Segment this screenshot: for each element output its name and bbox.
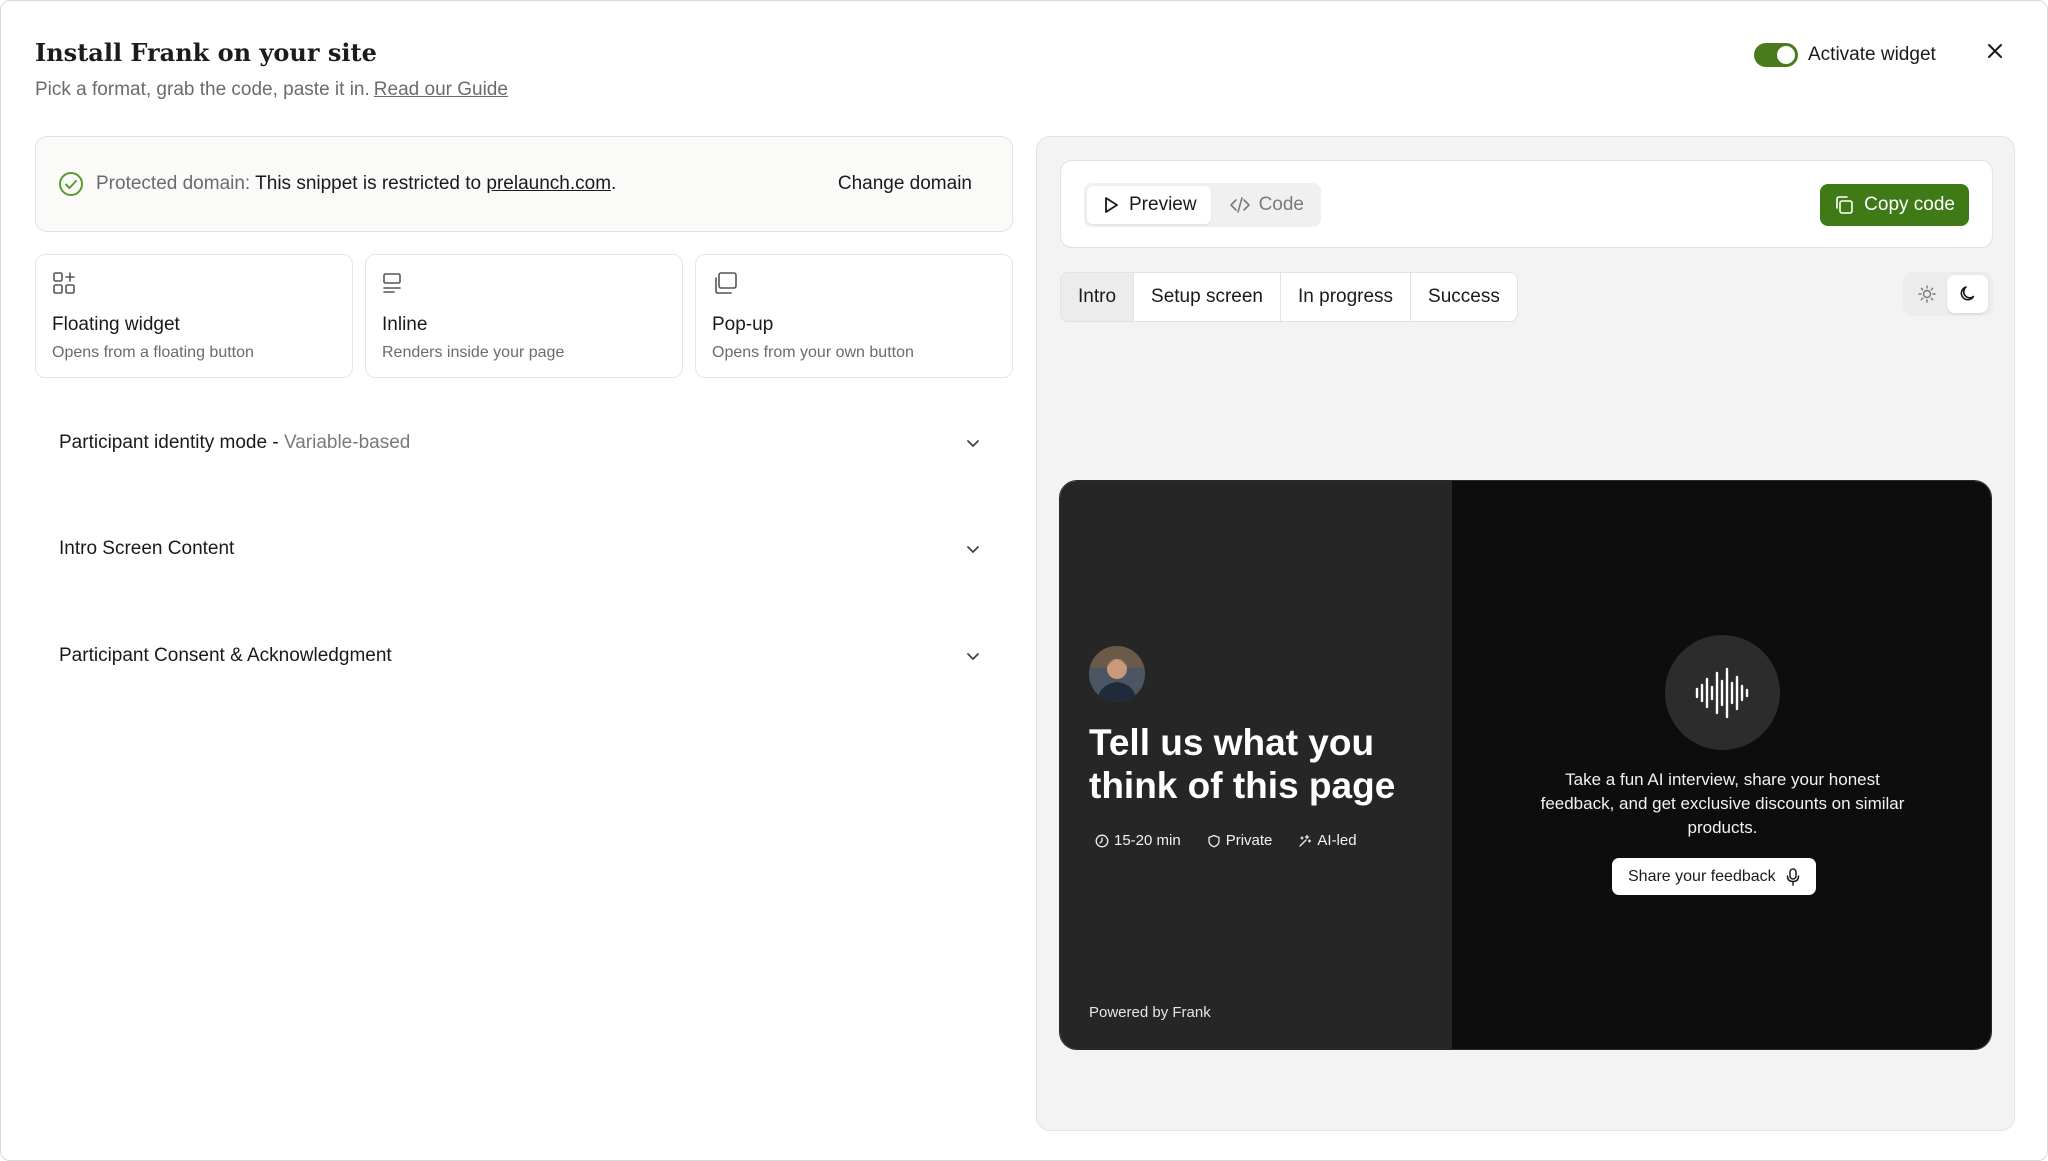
preview-intro-pane: Tell us what you think of this page 15-2… xyxy=(1060,481,1452,1049)
accordion-consent[interactable]: Participant Consent & Acknowledgment xyxy=(35,626,1013,686)
activate-label: Activate widget xyxy=(1808,44,1936,65)
grid-plus-icon xyxy=(53,272,75,294)
widget-preview: Tell us what you think of this page 15-2… xyxy=(1059,480,1992,1050)
protected-domain-banner: Protected domain: This snippet is restri… xyxy=(35,136,1013,232)
chevron-down-icon xyxy=(967,440,979,447)
chevron-down-icon xyxy=(967,546,979,553)
copy-icon xyxy=(1836,196,1853,214)
domain-period: . xyxy=(611,173,617,194)
copy-code-button[interactable]: Copy code xyxy=(1820,184,1969,226)
theme-switch xyxy=(1903,272,1993,316)
meta-duration: 15-20 min xyxy=(1095,832,1181,849)
format-desc: Opens from a floating button xyxy=(52,344,254,361)
format-card-floating-widget[interactable]: Floating widget Opens from a floating bu… xyxy=(35,254,353,378)
meta-privacy: Private xyxy=(1207,832,1273,849)
format-card-popup[interactable]: Pop-up Opens from your own button xyxy=(695,254,1013,378)
preview-meta: 15-20 min Private AI-led xyxy=(1095,832,1357,849)
format-name: Inline xyxy=(382,314,428,335)
activate-toggle[interactable] xyxy=(1754,43,1798,67)
share-feedback-button[interactable]: Share your feedback xyxy=(1612,858,1816,895)
accordion-label: Participant identity mode - Variable-bas… xyxy=(59,432,410,454)
meta-ai-label: AI-led xyxy=(1317,832,1357,849)
tab-setup-screen[interactable]: Setup screen xyxy=(1134,273,1281,321)
modal-title: Install Frank on your site xyxy=(35,38,377,67)
accordion-value: Variable-based xyxy=(283,432,411,453)
meta-ai: AI-led xyxy=(1298,832,1357,849)
meta-duration-label: 15-20 min xyxy=(1114,832,1181,849)
avatar-image xyxy=(1089,646,1145,702)
inline-layout-icon xyxy=(383,273,401,293)
code-toggle-button[interactable]: Code xyxy=(1215,186,1318,224)
light-theme-button[interactable] xyxy=(1906,275,1947,313)
code-label: Code xyxy=(1258,194,1304,215)
view-toggle: Preview Code xyxy=(1084,183,1321,227)
format-options: Floating widget Opens from a floating bu… xyxy=(35,254,1013,378)
guide-link[interactable]: Read our Guide xyxy=(374,79,508,100)
play-icon xyxy=(1105,197,1118,213)
preview-toolbar: Preview Code Copy code xyxy=(1060,160,1993,248)
domain-link[interactable]: prelaunch.com xyxy=(486,173,611,194)
format-card-inline[interactable]: Inline Renders inside your page xyxy=(365,254,683,378)
format-name: Floating widget xyxy=(52,314,180,335)
format-name: Pop-up xyxy=(712,314,774,335)
audio-wave-badge xyxy=(1665,635,1780,750)
avatar xyxy=(1089,646,1145,702)
tab-in-progress[interactable]: In progress xyxy=(1281,273,1412,321)
preview-description: Take a fun AI interview, share your hone… xyxy=(1540,770,1905,837)
dark-theme-button[interactable] xyxy=(1947,275,1988,313)
format-desc: Renders inside your page xyxy=(382,344,565,361)
modal-subtitle: Pick a format, grab the code, paste it i… xyxy=(35,79,508,101)
close-icon xyxy=(1988,44,2002,58)
domain-label: Protected domain: xyxy=(96,173,251,194)
preview-toggle-button[interactable]: Preview xyxy=(1087,186,1211,224)
preview-label: Preview xyxy=(1129,194,1197,215)
accordion-intro-screen[interactable]: Intro Screen Content xyxy=(35,519,1013,579)
preview-cta-pane: Take a fun AI interview, share your hone… xyxy=(1452,481,1991,1049)
change-domain-button[interactable]: Change domain xyxy=(838,173,972,195)
accordion-title: Participant identity mode - xyxy=(59,432,284,453)
preview-title: Tell us what you think of this page xyxy=(1089,722,1396,806)
check-circle-icon xyxy=(59,172,83,196)
domain-text: Protected domain: This snippet is restri… xyxy=(96,173,616,195)
microphone-icon xyxy=(1786,867,1799,886)
clock-icon xyxy=(1095,834,1109,847)
preview-panel: Preview Code Copy code Intro Setup scree… xyxy=(1036,136,2015,1131)
tab-success[interactable]: Success xyxy=(1411,273,1517,321)
meta-privacy-label: Private xyxy=(1225,832,1273,849)
powered-by: Powered by Frank xyxy=(1089,1004,1211,1021)
accordion-identity-mode[interactable]: Participant identity mode - Variable-bas… xyxy=(35,413,1013,473)
popup-stack-icon xyxy=(715,272,737,294)
screen-tabs: Intro Setup screen In progress Success xyxy=(1060,272,1518,322)
sparkle-icon xyxy=(1299,834,1312,847)
format-desc: Opens from your own button xyxy=(712,344,914,361)
install-modal: Install Frank on your site Pick a format… xyxy=(0,0,2048,1161)
code-icon xyxy=(1229,197,1250,213)
chevron-down-icon xyxy=(967,653,979,660)
audio-wave-icon xyxy=(1695,667,1748,718)
tab-intro[interactable]: Intro xyxy=(1061,273,1135,321)
toggle-knob xyxy=(1777,46,1795,64)
moon-icon xyxy=(1960,286,1974,301)
activate-widget-control: Activate widget xyxy=(1754,43,1936,67)
accordion-label: Participant Consent & Acknowledgment xyxy=(59,645,392,666)
close-button[interactable] xyxy=(1983,39,2007,63)
shield-icon xyxy=(1208,834,1220,847)
feedback-label: Share your feedback xyxy=(1628,867,1776,885)
copy-label: Copy code xyxy=(1864,194,1955,215)
accordion-label: Intro Screen Content xyxy=(59,538,235,559)
sun-icon xyxy=(1917,285,1936,303)
subtitle-text: Pick a format, grab the code, paste it i… xyxy=(35,79,370,100)
domain-restriction-text: This snippet is restricted to xyxy=(255,173,482,194)
